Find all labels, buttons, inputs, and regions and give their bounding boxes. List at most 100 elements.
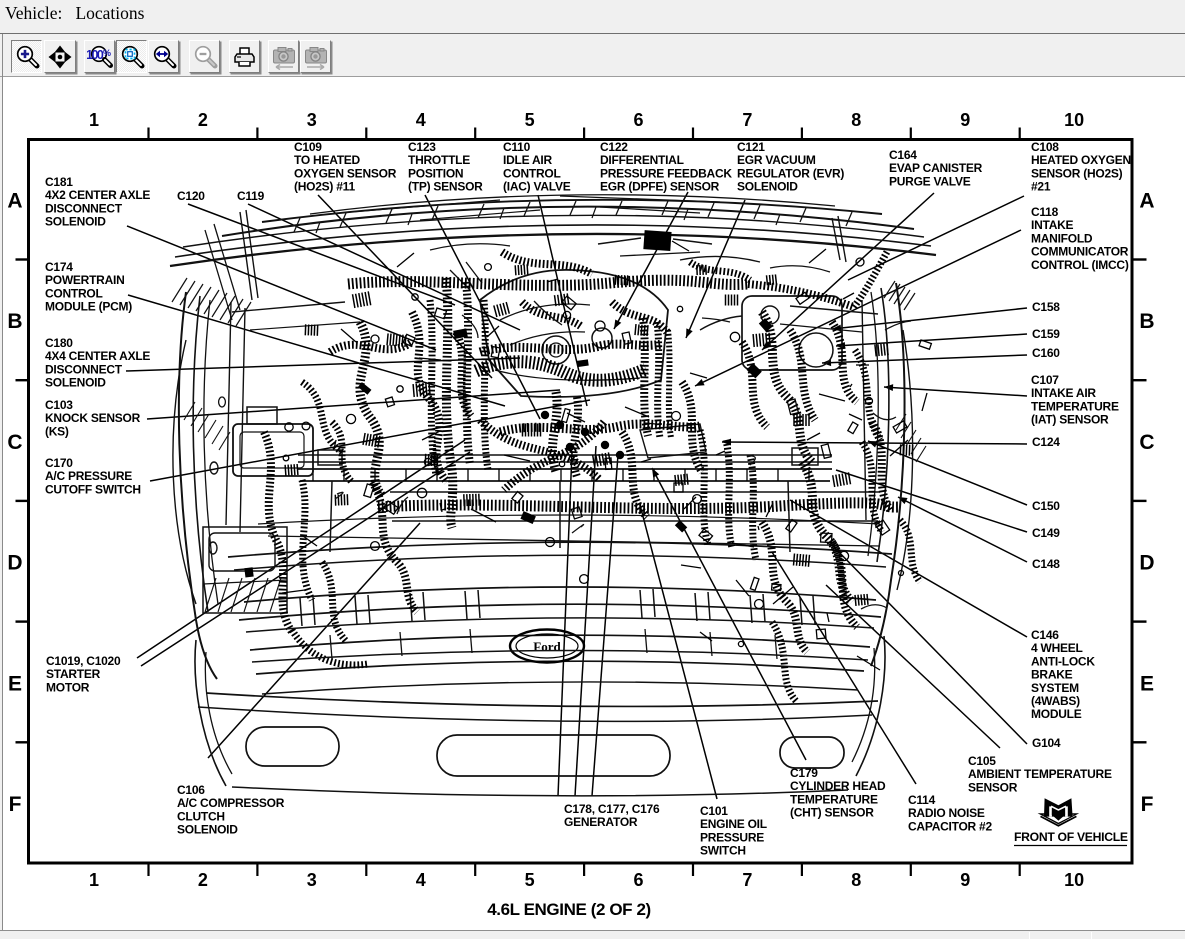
svg-text:TEMPERATURE: TEMPERATURE <box>1031 399 1119 413</box>
svg-text:7: 7 <box>742 870 752 890</box>
svg-text:C114: C114 <box>908 793 936 807</box>
svg-text:5: 5 <box>525 110 535 130</box>
svg-text:C178, C177, C176: C178, C177, C176 <box>564 802 660 816</box>
svg-text:C105: C105 <box>968 754 996 768</box>
svg-text:5: 5 <box>525 870 535 890</box>
svg-text:4 WHEEL: 4 WHEEL <box>1031 641 1083 655</box>
svg-text:C110: C110 <box>503 140 531 154</box>
svg-text:D: D <box>7 552 22 575</box>
svg-text:C164: C164 <box>889 148 917 162</box>
svg-text:STARTER: STARTER <box>46 667 101 681</box>
svg-text:(IAT) SENSOR: (IAT) SENSOR <box>1031 413 1109 427</box>
svg-text:C158: C158 <box>1032 300 1060 314</box>
svg-text:C181: C181 <box>45 175 73 189</box>
svg-text:PURGE VALVE: PURGE VALVE <box>889 174 971 188</box>
svg-text:ENGINE OIL: ENGINE OIL <box>700 817 767 831</box>
svg-text:SOLENOID: SOLENOID <box>737 180 798 194</box>
svg-text:C146: C146 <box>1031 628 1059 642</box>
svg-text:10: 10 <box>1064 870 1084 890</box>
svg-text:ANTI-LOCK: ANTI-LOCK <box>1031 654 1095 668</box>
svg-text:MANIFOLD: MANIFOLD <box>1031 231 1093 245</box>
svg-text:DIFFERENTIAL: DIFFERENTIAL <box>600 153 684 167</box>
svg-text:C148: C148 <box>1032 557 1060 571</box>
svg-text:(IAC) VALVE: (IAC) VALVE <box>503 180 571 194</box>
svg-text:2: 2 <box>198 870 208 890</box>
svg-text:OXYGEN SENSOR: OXYGEN SENSOR <box>294 166 397 180</box>
svg-text:HEATED OXYGEN: HEATED OXYGEN <box>1031 153 1131 167</box>
svg-text:4X2 CENTER AXLE: 4X2 CENTER AXLE <box>45 188 150 202</box>
svg-text:CONTROL: CONTROL <box>503 166 561 180</box>
svg-text:4X4 CENTER AXLE: 4X4 CENTER AXLE <box>45 349 150 363</box>
svg-text:EGR VACUUM: EGR VACUUM <box>737 153 816 167</box>
svg-text:C118: C118 <box>1031 205 1059 219</box>
svg-text:MODULE: MODULE <box>1031 707 1082 721</box>
svg-text:THROTTLE: THROTTLE <box>408 153 470 167</box>
svg-text:MODULE (PCM): MODULE (PCM) <box>45 300 132 314</box>
svg-text:EVAP CANISTER: EVAP CANISTER <box>889 161 983 175</box>
svg-text:3: 3 <box>307 870 317 890</box>
svg-text:SWITCH: SWITCH <box>700 844 746 858</box>
svg-text:C: C <box>1139 431 1154 454</box>
svg-text:7: 7 <box>742 110 752 130</box>
svg-text:GENERATOR: GENERATOR <box>564 815 638 829</box>
svg-text:RADIO NOISE: RADIO NOISE <box>908 806 985 820</box>
svg-text:C101: C101 <box>700 804 728 818</box>
svg-text:4: 4 <box>416 110 426 130</box>
svg-text:C103: C103 <box>45 398 73 412</box>
svg-text:POWERTRAIN: POWERTRAIN <box>45 273 125 287</box>
svg-text:A/C COMPRESSOR: A/C COMPRESSOR <box>177 796 285 810</box>
svg-text:1: 1 <box>89 110 99 130</box>
svg-text:CONTROL (IMCC): CONTROL (IMCC) <box>1031 258 1129 272</box>
svg-text:PRESSURE: PRESSURE <box>700 830 764 844</box>
svg-text:(KS): (KS) <box>45 424 69 438</box>
svg-text:DISCONNECT: DISCONNECT <box>45 362 123 376</box>
svg-text:INTAKE AIR: INTAKE AIR <box>1031 386 1096 400</box>
svg-text:C120: C120 <box>177 189 205 203</box>
svg-text:#21: #21 <box>1031 180 1051 194</box>
svg-text:C: C <box>7 431 22 454</box>
svg-text:CAPACITOR #2: CAPACITOR #2 <box>908 819 992 833</box>
svg-text:TEMPERATURE: TEMPERATURE <box>790 792 878 806</box>
svg-text:4.6L ENGINE (2 OF 2): 4.6L ENGINE (2 OF 2) <box>487 900 651 919</box>
svg-text:PRESSURE FEEDBACK: PRESSURE FEEDBACK <box>600 166 732 180</box>
svg-text:C109: C109 <box>294 140 322 154</box>
svg-text:E: E <box>8 672 22 695</box>
svg-text:E: E <box>1140 672 1154 695</box>
svg-text:1: 1 <box>89 870 99 890</box>
svg-text:B: B <box>7 310 22 333</box>
svg-text:9: 9 <box>960 110 970 130</box>
svg-text:POSITION: POSITION <box>408 166 463 180</box>
svg-text:(TP) SENSOR: (TP) SENSOR <box>408 180 483 194</box>
svg-text:3: 3 <box>307 110 317 130</box>
svg-text:Ford: Ford <box>533 639 561 654</box>
svg-text:C180: C180 <box>45 336 73 350</box>
svg-text:KNOCK SENSOR: KNOCK SENSOR <box>45 411 141 425</box>
svg-text:SENSOR (HO2S): SENSOR (HO2S) <box>1031 166 1123 180</box>
svg-text:COMMUNICATOR: COMMUNICATOR <box>1031 245 1129 259</box>
svg-text:C106: C106 <box>177 783 205 797</box>
svg-text:(CHT) SENSOR: (CHT) SENSOR <box>790 806 874 820</box>
svg-text:BRAKE: BRAKE <box>1031 668 1073 682</box>
svg-text:MOTOR: MOTOR <box>46 680 90 694</box>
svg-text:C108: C108 <box>1031 140 1059 154</box>
svg-text:CUTOFF SWITCH: CUTOFF SWITCH <box>45 482 141 496</box>
svg-text:C160: C160 <box>1032 346 1060 360</box>
svg-text:SENSOR: SENSOR <box>968 780 1018 794</box>
svg-text:G104: G104 <box>1032 736 1061 750</box>
svg-text:A/C PRESSURE: A/C PRESSURE <box>45 469 132 483</box>
svg-text:CONTROL: CONTROL <box>45 286 103 300</box>
svg-text:2: 2 <box>198 110 208 130</box>
svg-text:SOLENOID: SOLENOID <box>45 215 106 229</box>
svg-text:DISCONNECT: DISCONNECT <box>45 201 123 215</box>
svg-text:TO HEATED: TO HEATED <box>294 153 361 167</box>
svg-text:REGULATOR (EVR): REGULATOR (EVR) <box>737 166 844 180</box>
svg-text:4: 4 <box>416 870 426 890</box>
svg-text:6: 6 <box>633 870 643 890</box>
svg-text:FRONT OF VEHICLE: FRONT OF VEHICLE <box>1014 830 1128 844</box>
svg-text:(4WABS): (4WABS) <box>1031 694 1080 708</box>
svg-text:A: A <box>7 190 22 213</box>
svg-text:SOLENOID: SOLENOID <box>45 376 106 390</box>
svg-text:A: A <box>1139 190 1154 213</box>
svg-text:6: 6 <box>633 110 643 130</box>
svg-text:C149: C149 <box>1032 526 1060 540</box>
